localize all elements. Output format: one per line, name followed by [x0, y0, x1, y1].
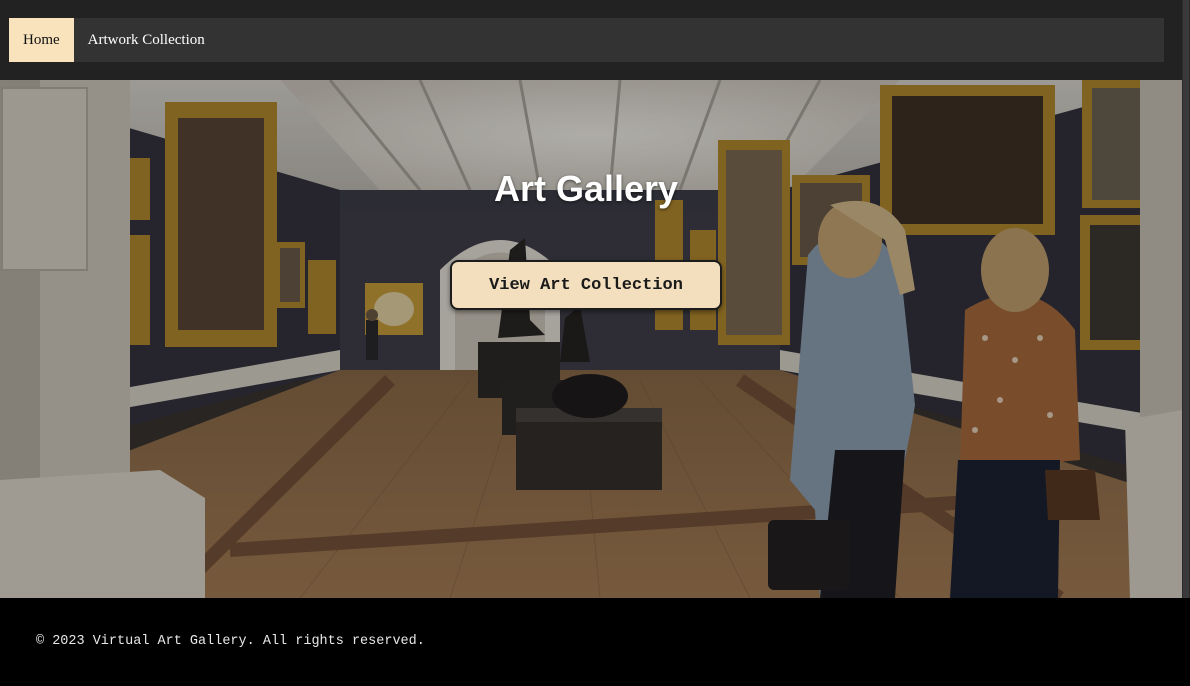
view-art-collection-button[interactable]: View Art Collection: [450, 260, 722, 310]
site-footer: © 2023 Virtual Art Gallery. All rights r…: [0, 598, 1190, 686]
hero-title: Art Gallery: [493, 168, 679, 209]
hero-dark-overlay: [0, 80, 1182, 598]
nav-artwork-collection-link[interactable]: Artwork Collection: [74, 18, 219, 62]
main-nav: Home Artwork Collection: [9, 18, 1164, 62]
hero-section: Art Gallery View Art Collection: [0, 80, 1182, 598]
copyright-text: © 2023 Virtual Art Gallery. All rights r…: [36, 634, 425, 649]
scrollbar-track[interactable]: [1182, 0, 1190, 598]
nav-home-link[interactable]: Home: [9, 18, 74, 62]
scrollbar-thumb[interactable]: [1183, 0, 1189, 598]
site-header: Home Artwork Collection: [0, 0, 1182, 80]
